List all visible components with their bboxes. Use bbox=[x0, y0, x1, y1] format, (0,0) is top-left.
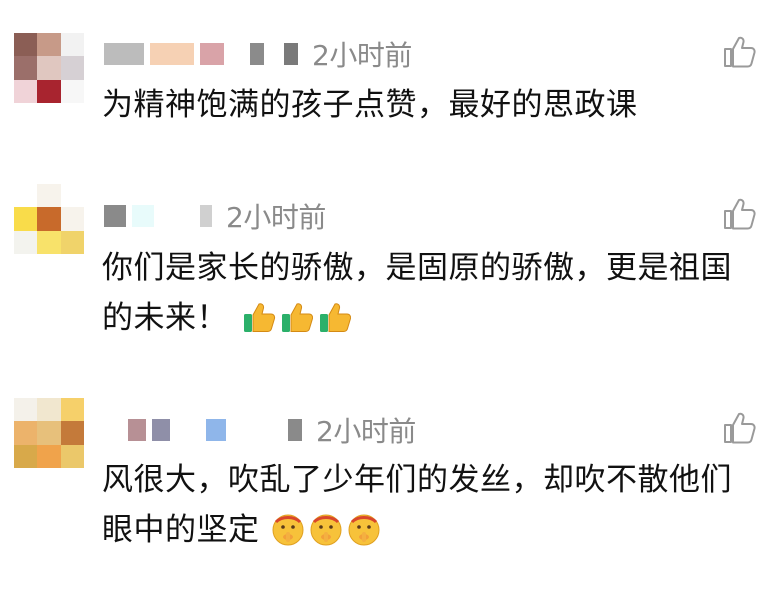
avatar-pixel bbox=[14, 184, 38, 208]
avatar-pixel bbox=[37, 421, 61, 445]
avatar-pixel bbox=[60, 421, 84, 445]
username-redacted[interactable] bbox=[104, 205, 126, 227]
comment-text-body: 风很大，吹乱了少年们的发丝，却吹不散他们眼中的坚定 bbox=[102, 462, 732, 548]
avatar-pixel bbox=[37, 230, 61, 254]
comment-text: 为精神饱满的孩子点赞，最好的思政课 bbox=[102, 87, 638, 123]
username-redacted[interactable] bbox=[150, 43, 194, 65]
like-icon[interactable] bbox=[721, 196, 757, 232]
avatar-pixel bbox=[60, 444, 84, 468]
comment-text-body: 你们是家长的骄傲，是固原的骄傲，更是祖国的未来！ bbox=[102, 250, 732, 336]
shushing-face-icon bbox=[348, 514, 380, 546]
comment-meta: 2小时前 bbox=[104, 34, 412, 74]
avatar-pixel bbox=[14, 421, 38, 445]
username-redacted[interactable] bbox=[152, 419, 170, 441]
avatar-pixel bbox=[37, 33, 61, 57]
username-redacted[interactable] bbox=[128, 419, 146, 441]
avatar-pixel bbox=[37, 184, 61, 208]
avatar-pixel bbox=[60, 33, 84, 57]
comment-meta: 2小时前 bbox=[104, 196, 326, 236]
avatar-pixel bbox=[14, 207, 38, 231]
avatar-pixel bbox=[60, 398, 84, 422]
avatar[interactable] bbox=[14, 184, 84, 254]
avatar-pixel bbox=[14, 79, 38, 103]
avatar-pixel bbox=[60, 230, 84, 254]
avatar-pixel bbox=[14, 398, 38, 422]
username-redacted[interactable] bbox=[206, 419, 226, 441]
username-redacted[interactable] bbox=[200, 205, 212, 227]
avatar-pixel bbox=[60, 79, 84, 103]
username-redacted[interactable] bbox=[250, 43, 264, 65]
avatar-pixel bbox=[37, 79, 61, 103]
comment-meta: 2小时前 bbox=[104, 410, 416, 450]
avatar[interactable] bbox=[14, 398, 84, 468]
avatar-pixel bbox=[60, 207, 84, 231]
comment-time: 2小时前 bbox=[312, 39, 412, 72]
thumbs-up-icon bbox=[244, 303, 276, 332]
emoji-group bbox=[270, 512, 384, 548]
avatar-pixel bbox=[37, 207, 61, 231]
thumbs-up-icon bbox=[320, 303, 352, 332]
comment-time: 2小时前 bbox=[226, 201, 326, 234]
shushing-face-icon bbox=[310, 514, 342, 546]
comment-time: 2小时前 bbox=[316, 415, 416, 448]
avatar-pixel bbox=[37, 444, 61, 468]
username-redacted[interactable] bbox=[200, 43, 224, 65]
avatar[interactable] bbox=[14, 33, 84, 103]
comment-text: 风很大，吹乱了少年们的发丝，却吹不散他们眼中的坚定 bbox=[102, 455, 762, 555]
like-icon[interactable] bbox=[721, 34, 757, 70]
avatar-pixel bbox=[14, 230, 38, 254]
avatar-pixel bbox=[37, 56, 61, 80]
avatar-pixel bbox=[14, 444, 38, 468]
username-redacted[interactable] bbox=[104, 43, 144, 65]
avatar-pixel bbox=[60, 56, 84, 80]
shushing-face-icon bbox=[272, 514, 304, 546]
avatar-pixel bbox=[14, 33, 38, 57]
thumbs-up-icon bbox=[282, 303, 314, 332]
comment-text: 你们是家长的骄傲，是固原的骄傲，更是祖国的未来！ bbox=[102, 243, 762, 343]
avatar-pixel bbox=[37, 398, 61, 422]
avatar-pixel bbox=[14, 56, 38, 80]
emoji-group bbox=[242, 300, 356, 336]
like-icon[interactable] bbox=[721, 410, 757, 446]
avatar-pixel bbox=[60, 184, 84, 208]
username-redacted[interactable] bbox=[284, 43, 298, 65]
username-redacted[interactable] bbox=[132, 205, 154, 227]
username-redacted[interactable] bbox=[288, 419, 302, 441]
